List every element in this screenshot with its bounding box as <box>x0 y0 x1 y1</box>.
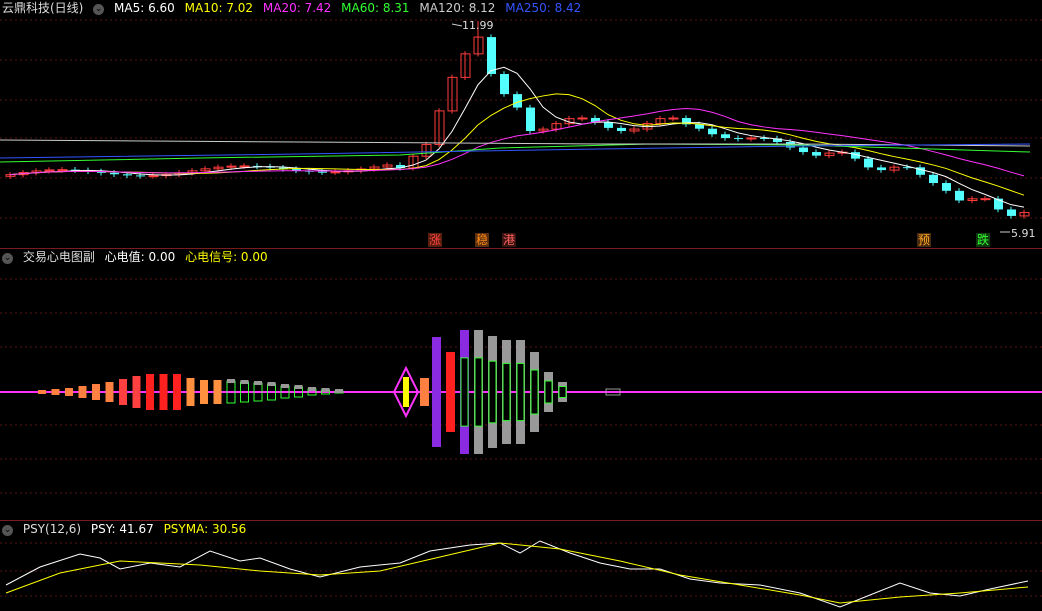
ecg-bar <box>78 386 87 398</box>
ma20-label: MA20: 7.42 <box>262 1 332 15</box>
candle-body-down <box>721 134 730 139</box>
ecg-bar-inner <box>544 380 553 404</box>
signal-wen: 稳 <box>475 233 489 247</box>
candle-body-down <box>877 167 886 171</box>
ecg-bar-cap <box>227 379 235 383</box>
ma10-label: MA10: 7.02 <box>184 1 254 15</box>
ecg-chart[interactable] <box>0 249 1042 520</box>
ecg-bar <box>186 378 195 406</box>
signal-gang: 港 <box>502 233 516 247</box>
ecg-bar-inner <box>558 386 567 398</box>
ecg-header: ⌄ 交易心电图副 心电值: 0.00 心电信号: 0.00 <box>2 250 274 265</box>
signal-yu: 预 <box>917 233 931 247</box>
ma120-label: MA120: 8.12 <box>419 1 496 15</box>
candle-body-down <box>1007 209 1016 216</box>
ecg-bar <box>173 374 181 410</box>
candle-body-down <box>799 147 808 153</box>
candle-body-up <box>148 175 159 178</box>
psyma-value-label: PSYMA: 30.56 <box>163 522 247 536</box>
candle-body-up <box>57 169 68 172</box>
candle-body-down <box>708 128 717 135</box>
candle-body-down <box>500 73 509 95</box>
candlestick-chart[interactable] <box>0 0 1042 248</box>
ecg-bar <box>119 379 127 405</box>
ecg-bar-inner <box>516 362 525 422</box>
candle-body-up <box>980 198 991 201</box>
ecg-bar <box>51 389 60 395</box>
ecg-bar <box>432 337 441 447</box>
candle-body-up <box>746 137 757 140</box>
ecg-bar <box>213 380 222 404</box>
candle-body-up <box>239 165 250 168</box>
low-price-label: 5.91 <box>1011 227 1036 240</box>
signal-zhang: 涨 <box>428 233 442 247</box>
ecg-bar-cap <box>335 389 343 393</box>
collapse-icon[interactable]: ⌄ <box>93 4 105 15</box>
ecg-bar-inner <box>474 357 483 427</box>
ecg-bar-cap <box>254 381 262 385</box>
ecg-bar <box>200 380 208 404</box>
high-price-label: 11.99 <box>462 19 494 32</box>
ecg-bar-inner <box>460 357 469 427</box>
ecg-bar-inner <box>502 362 511 422</box>
ecg-bar <box>159 374 168 410</box>
ecg-bar <box>446 352 455 432</box>
signal-die: 跌 <box>976 233 990 247</box>
candle-body-down <box>110 172 119 175</box>
ecg-value-label: 心电值: 0.00 <box>104 250 176 264</box>
candle-body-down <box>942 183 951 191</box>
ecg-bar-inner <box>488 360 497 424</box>
psy-line <box>5 540 1029 608</box>
ecg-bar-cap <box>267 382 276 386</box>
candle-body-down <box>487 37 496 74</box>
ecg-bar <box>105 382 114 402</box>
ecg-bar <box>65 388 73 396</box>
collapse-icon[interactable]: ⌄ <box>2 525 13 536</box>
ma250-line <box>0 143 1031 159</box>
stock-title: 云鼎科技(日线) <box>2 1 84 15</box>
candle-body-down <box>734 138 743 140</box>
ecg-bar-cap <box>294 385 303 389</box>
price-header: 云鼎科技(日线) ⌄ MA5: 6.60 MA10: 7.02 MA20: 7.… <box>2 1 587 16</box>
ma5-line <box>9 66 1025 208</box>
high-arrow <box>451 23 463 27</box>
collapse-icon[interactable]: ⌄ <box>2 253 13 264</box>
candle-body-up <box>577 117 588 120</box>
price-chart-pane[interactable]: 云鼎科技(日线) ⌄ MA5: 6.60 MA10: 7.02 MA20: 7.… <box>0 0 1042 248</box>
ma250-label: MA250: 8.42 <box>505 1 582 15</box>
candle-body-down <box>617 127 626 131</box>
ecg-bar-cap <box>281 384 289 388</box>
ecg-bar <box>38 390 46 394</box>
ecg-bar-cap <box>240 380 249 384</box>
psy-title: PSY(12,6) <box>22 522 82 536</box>
candle-body-up <box>668 117 679 120</box>
ecg-signal-label: 心电信号: 0.00 <box>185 250 268 264</box>
psy-indicator-pane[interactable]: ⌄ PSY(12,6) PSY: 41.67 PSYMA: 30.56 <box>0 521 1042 611</box>
ecg-title: 交易心电图副 <box>22 250 95 264</box>
ecg-bar-cap <box>321 388 330 392</box>
candle-body-down <box>526 107 535 131</box>
ecg-bar <box>132 376 141 408</box>
ecg-bar <box>420 378 429 406</box>
candle-body-down <box>318 171 327 173</box>
candle-body-up <box>330 171 341 174</box>
psy-value-label: PSY: 41.67 <box>90 522 154 536</box>
ecg-bar-inner <box>530 369 539 415</box>
candle-body-down <box>929 174 938 184</box>
ecg-diamond-core <box>403 377 409 407</box>
ma5-label: MA5: 6.60 <box>114 1 175 15</box>
psy-header: ⌄ PSY(12,6) PSY: 41.67 PSYMA: 30.56 <box>2 522 252 537</box>
ecg-bar <box>92 384 100 400</box>
candle-body-down <box>864 158 873 168</box>
ma60-label: MA60: 8.31 <box>341 1 410 15</box>
candle-body-down <box>812 152 821 156</box>
candle-body-down <box>955 190 964 201</box>
candle-body-down <box>136 175 145 177</box>
ecg-indicator-pane[interactable]: ⌄ 交易心电图副 心电值: 0.00 心电信号: 0.00 <box>0 249 1042 520</box>
ecg-bar-cap <box>308 387 316 391</box>
ecg-bar <box>146 374 154 410</box>
candle-body-down <box>123 174 132 176</box>
